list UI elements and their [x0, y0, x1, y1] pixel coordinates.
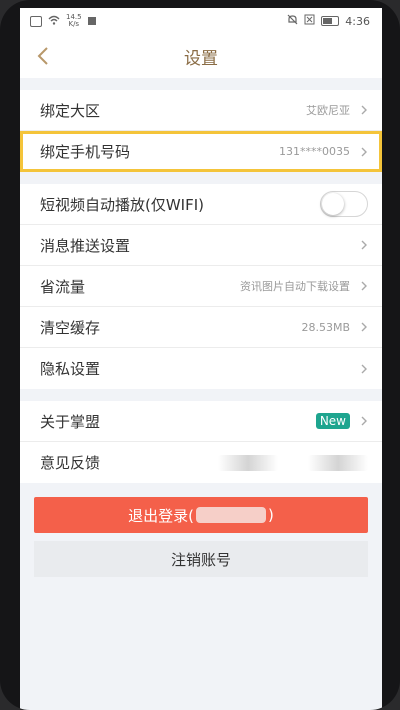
row-video-autoplay: 短视频自动播放(仅WIFI) — [20, 184, 382, 225]
row-bind-region[interactable]: 绑定大区 艾欧尼亚 — [20, 90, 382, 131]
sim-icon — [30, 15, 42, 27]
cancel-account-button[interactable]: 注销账号 — [34, 541, 368, 577]
status-time: 4:36 — [345, 14, 370, 28]
network-speed: 14.5 K/s — [66, 14, 82, 28]
nav-header: 设置 — [20, 34, 382, 78]
row-value: 28.53MB — [301, 320, 350, 334]
status-left: 14.5 K/s — [30, 14, 96, 28]
row-label: 绑定手机号码 — [40, 143, 131, 161]
signal-x-icon — [304, 14, 315, 28]
about-group: 关于掌盟 New 意见反馈 — [20, 401, 382, 483]
chevron-right-icon — [361, 240, 367, 250]
battery-icon — [321, 16, 340, 26]
chevron-right-icon — [361, 322, 367, 332]
status-right: 4:36 — [287, 14, 370, 28]
chevron-right-icon — [361, 147, 367, 156]
row-value: 艾欧尼亚 — [306, 104, 350, 117]
row-label: 隐私设置 — [40, 360, 101, 378]
row-label: 绑定大区 — [40, 101, 101, 120]
row-data-saver[interactable]: 省流量 资讯图片自动下载设置 — [20, 266, 382, 307]
row-value: 131****0035 — [279, 145, 350, 158]
logout-label-end: ) — [268, 506, 274, 524]
speed-unit: K/s — [68, 20, 80, 28]
row-label: 清空缓存 — [40, 318, 101, 337]
row-feedback[interactable]: 意见反馈 — [20, 442, 382, 483]
blurred-region — [218, 454, 278, 471]
chevron-right-icon — [361, 281, 367, 291]
row-label: 消息推送设置 — [40, 236, 131, 255]
back-button[interactable] — [30, 43, 56, 69]
screen: 14.5 K/s 4:36 设置 绑定大区 艾欧尼亚 绑定手机号码 131***… — [20, 8, 382, 710]
row-value: 资讯图片自动下载设置 — [240, 280, 350, 293]
account-group: 绑定大区 艾欧尼亚 绑定手机号码 131****0035 — [20, 90, 382, 172]
page-title: 设置 — [184, 48, 218, 69]
notification-icon — [87, 17, 96, 25]
autoplay-toggle[interactable] — [320, 191, 368, 217]
row-clear-cache[interactable]: 清空缓存 28.53MB — [20, 307, 382, 348]
logout-button[interactable]: 退出登录( ) — [34, 497, 368, 533]
row-label: 意见反馈 — [40, 454, 101, 472]
row-label: 短视频自动播放(仅WIFI) — [40, 195, 205, 214]
row-label: 省流量 — [40, 277, 86, 296]
chevron-right-icon — [361, 364, 367, 373]
new-badge: New — [315, 413, 350, 429]
logout-label: 退出登录( — [128, 506, 194, 525]
row-privacy[interactable]: 隐私设置 — [20, 348, 382, 389]
phone-frame: 14.5 K/s 4:36 设置 绑定大区 艾欧尼亚 绑定手机号码 131***… — [0, 0, 400, 710]
chevron-right-icon — [361, 105, 367, 115]
wifi-icon — [48, 15, 60, 28]
blurred-region — [308, 454, 368, 471]
row-label: 关于掌盟 — [40, 412, 101, 431]
row-bind-phone[interactable]: 绑定手机号码 131****0035 — [20, 131, 382, 172]
toggle-knob — [322, 193, 344, 215]
settings-group: 短视频自动播放(仅WIFI) 消息推送设置 省流量 资讯图片自动下载设置 清空缓… — [20, 184, 382, 389]
chevron-right-icon — [361, 416, 367, 426]
row-about[interactable]: 关于掌盟 New — [20, 401, 382, 442]
row-push-settings[interactable]: 消息推送设置 — [20, 225, 382, 266]
redacted-username — [196, 507, 266, 523]
chevron-left-icon — [37, 47, 48, 65]
mute-icon — [287, 14, 298, 28]
status-bar: 14.5 K/s 4:36 — [20, 8, 382, 34]
